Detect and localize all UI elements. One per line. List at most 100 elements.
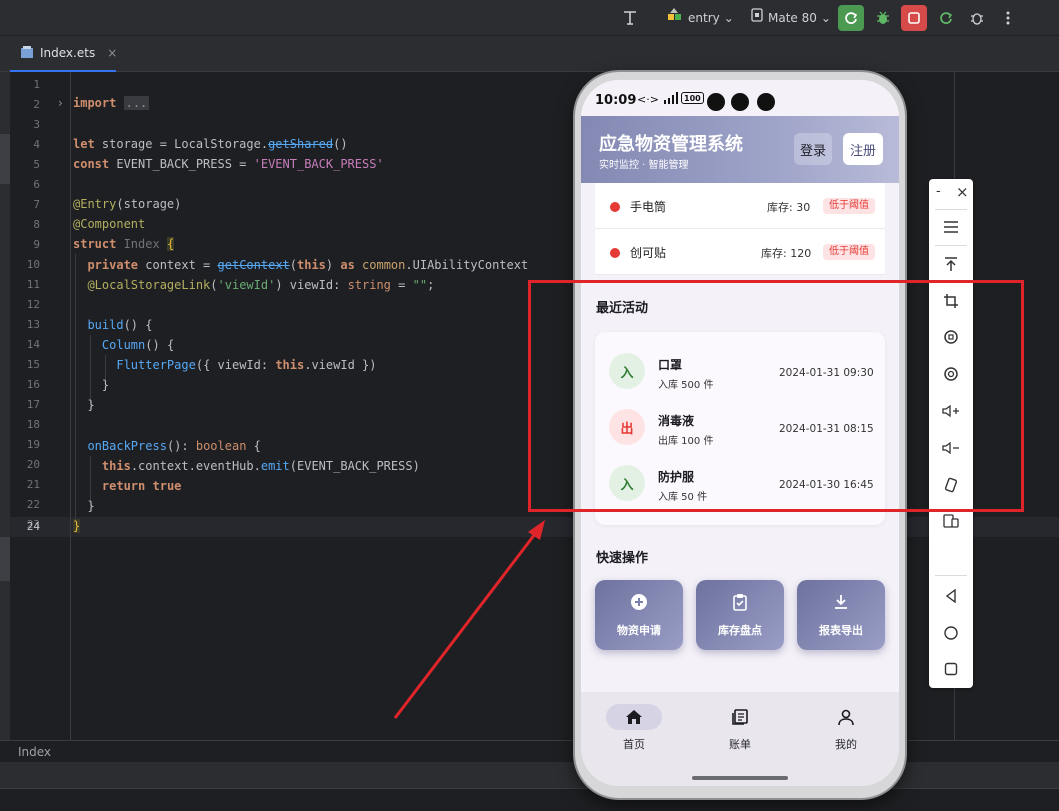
line-number: 20 [26,458,40,471]
register-button[interactable]: 注册 [843,133,883,165]
line-number-current: 24 [26,520,40,533]
item-stock: 库存: 30 [767,201,811,214]
method-name: Column [101,338,146,352]
struct-name: Index [116,237,167,251]
line-number: 3 [33,118,40,131]
method-name: emit [260,459,290,473]
nav-label: 我的 [835,738,857,751]
line-number: 14 [26,338,40,351]
device-selector[interactable]: Mate 80 ⌄ [750,8,831,28]
brace-match: { [166,237,175,251]
camera-cutout [757,93,775,111]
alert-dot [610,248,620,258]
folded-region[interactable]: ... [123,96,150,110]
status-badge: 低于阈值 [823,244,875,260]
more-vertical-icon[interactable] [995,5,1021,31]
code-line-16: FlutterPage({ viewId: this.viewId }) [73,358,376,372]
action-label: 报表导出 [819,623,863,637]
method-name: onBackPress [87,439,167,453]
brace-match: } [73,519,81,533]
code-text: ) viewId: [275,278,348,292]
menu-icon[interactable] [939,215,963,239]
stop-button[interactable] [901,5,927,31]
device-icon [750,8,764,28]
download-icon [832,593,850,614]
home-indicator[interactable] [692,776,788,780]
line-number: 21 [26,478,40,491]
bottom-nav: 首页 账单 我的 [581,692,899,786]
code-line-23: } [73,499,94,513]
camera-cutout [731,93,749,111]
ide-toolbar: entry ⌄ Mate 80 ⌄ [0,0,1059,36]
code-text: } [101,378,110,392]
line-number: 22 [26,498,40,511]
report-export-button[interactable]: 报表导出 [797,580,885,650]
clipboard-check-icon [731,593,749,614]
keyword: true [145,479,182,493]
text-tool-icon[interactable] [617,5,643,31]
inventory-check-button[interactable]: 库存盘点 [696,580,784,650]
editor-tab-bar: Index.ets × [0,36,1059,72]
divider [935,245,967,246]
pin-top-icon[interactable] [939,252,963,276]
home-icon[interactable] [939,621,963,645]
rerun-button[interactable] [838,5,864,31]
back-icon[interactable] [939,584,963,608]
close-tab-icon[interactable]: × [107,46,117,60]
login-button[interactable]: 登录 [794,133,832,165]
battery-icon: 100 [681,92,704,104]
nav-item-bills[interactable]: 账单 [705,704,775,752]
type-keyword: string [347,278,391,292]
line-number: 7 [33,198,40,211]
nav-item-profile[interactable]: 我的 [811,704,881,752]
nav-label: 账单 [729,738,751,751]
app-subtitle: 实时监控 · 智能管理 [599,160,689,171]
line-number: 18 [26,418,40,431]
code-text: .context.eventHub. [130,459,261,473]
line-number: 13 [26,318,40,331]
code-text: ( [210,278,218,292]
code-line-18: } [73,398,94,412]
status-bar [0,788,1059,811]
recents-icon[interactable] [939,657,963,681]
fold-chevron-icon[interactable]: › [58,96,63,110]
line-number: 6 [33,178,40,191]
code-line-17: } [73,378,109,392]
tab-index-ets[interactable]: Index.ets × [10,36,117,72]
chevron-down-icon: ⌄ [723,11,734,25]
list-item[interactable]: 创可贴 库存: 120 低于阈值 [595,229,885,275]
line-number: 19 [26,438,40,451]
action-label: 库存盘点 [718,623,762,637]
code-text: () [333,137,348,151]
nav-label: 首页 [623,738,645,751]
code-line-21: this.context.eventHub.emit(EVENT_BACK_PR… [73,459,420,473]
decorator: @Entry [73,197,117,211]
breadcrumb-item[interactable]: Index [18,745,51,759]
minimize-icon[interactable]: - [936,184,941,199]
home-icon [606,704,662,730]
apply-changes-icon[interactable] [933,5,959,31]
list-item[interactable]: 手电筒 库存: 30 低于阈值 [595,183,885,229]
code-text: ; [427,278,435,292]
line-number: 16 [26,378,40,391]
material-request-button[interactable]: 物资申请 [595,580,683,650]
close-icon[interactable]: × [956,183,969,201]
code-text: storage = LocalStorage. [94,137,269,151]
nav-item-home[interactable]: 首页 [599,704,669,752]
attach-debugger-icon[interactable] [964,5,990,31]
code-text: .UIAbilityContext [405,258,529,272]
run-config-selector[interactable]: entry ⌄ [668,8,734,28]
keyword: this [275,358,305,372]
status-badge: 低于阈值 [823,198,875,214]
code-line-2: import ... [73,96,150,110]
namespace: common [354,258,406,272]
fold-icon[interactable] [939,509,963,533]
line-number: 1 [33,78,40,91]
code-text: .viewId }) [304,358,377,372]
change-marker [0,134,10,184]
code-line-11: private context = getContext(this) as co… [73,258,528,272]
debug-icon[interactable] [870,5,896,31]
module-icon [668,8,684,28]
status-time: 10:09 [595,93,637,108]
code-text: = [390,278,413,292]
